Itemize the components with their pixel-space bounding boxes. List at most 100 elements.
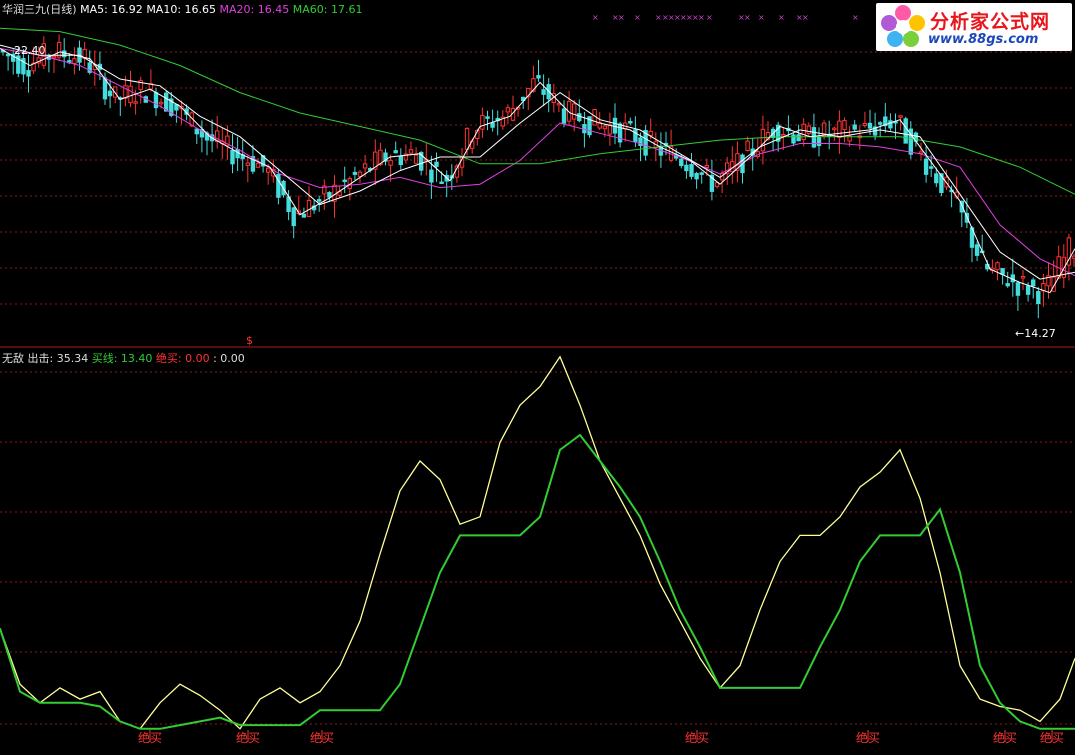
line-chuji [0,355,1075,730]
candle-body [781,134,786,137]
candle-body [1036,291,1041,305]
site-logo[interactable]: 分析家公式网 www.88gs.com [876,3,1072,51]
candle-body [480,114,485,130]
candle-body [490,122,495,128]
stock-chart-screen: 22.40 ←14.27 $ × × × × × × × × × × × × × × × × × × × × 绝买 绝买 绝买 绝买… [0,0,1075,755]
top-marker: × [706,13,713,22]
candle-body [1031,279,1036,287]
candle-body [164,92,169,112]
top-marker: × [592,13,599,22]
high-price-label: 22.40 [14,44,46,57]
candle-body [1005,283,1010,287]
candle-body [607,124,613,135]
candle-body [352,171,358,175]
low-price-label: ←14.27 [1015,327,1056,340]
candle-body [806,125,811,134]
candle-body [5,53,11,57]
candle-body [923,158,929,175]
top-marker: × [852,13,859,22]
candle-body [684,164,689,172]
candle-body [266,167,271,173]
candle-body [816,136,822,147]
candle-body [26,70,31,77]
candle-body [679,158,684,167]
line-ma10 [0,44,1075,280]
top-marker: × [758,13,765,22]
legend-ma10: MA10: 16.65 [146,3,217,16]
candle-body [617,123,623,143]
candle-body [1000,268,1005,275]
candle-body [867,122,873,129]
candle-body [357,171,363,177]
candle-body [51,55,57,59]
candle-body [434,161,439,167]
candle-body [62,50,67,58]
candle-body [158,101,164,105]
candle-body [837,120,842,138]
candle-body [413,154,419,164]
candle-body [388,159,393,166]
candle-body [699,172,704,175]
candle-body [464,128,470,150]
candle-body [561,108,567,124]
signal-label-5: 绝买 [993,730,1017,745]
legend-extra: : 0.00 [213,352,245,365]
candle-body [235,149,240,159]
candle-body [1025,285,1031,295]
candle-body [577,113,582,122]
candle-body [133,101,138,104]
top-marker: × [744,13,751,22]
top-marker: × [618,13,625,22]
candle-body [602,125,607,130]
candle-body [153,92,159,109]
candle-body [72,58,77,64]
signal-label-3: 绝买 [685,730,709,745]
candle-body [888,120,893,129]
candle-body [878,122,883,125]
signal-label-0: 绝买 [138,730,162,745]
chart-canvas[interactable]: 22.40←14.27$× × × × × × × × × × × × × × × × × × × ×绝买 绝买 绝买 绝买… [0,0,1075,755]
candle-body [929,166,934,169]
top-marker: × [698,13,705,22]
candle-body [612,117,618,134]
candle-body [342,179,347,183]
line-ma20 [0,48,1075,277]
candlestick-group [0,34,1075,319]
candle-body [760,128,766,152]
candle-body [505,107,511,113]
top-marker: × [802,13,809,22]
legend-maixian: 买线: 13.40 [91,352,153,365]
candle-body [801,123,806,141]
candle-body [832,127,837,131]
signal-label-6: 绝买 [1040,730,1064,745]
candle-body [536,75,541,79]
candle-body [862,122,868,127]
top-marker: × [634,13,641,22]
candle-body [107,90,113,97]
candle-body [398,156,404,166]
candle-body [327,192,332,198]
signal-label-2: 绝买 [310,730,334,745]
candle-body [230,150,235,165]
candle-body [408,149,414,154]
candle-body [628,121,633,124]
candle-body [852,124,857,130]
candle-body [648,130,653,137]
indicator-name: 无敌 [2,352,24,365]
candle-body [485,116,490,119]
candle-body [811,127,817,148]
flower-icon [881,5,925,47]
signal-label-1: 绝买 [236,730,260,745]
line-ma5 [0,48,1075,294]
candle-body [791,134,796,144]
lower-legend: 无敌 出击: 35.34 买线: 13.40 绝买: 0.00 : 0.00 [2,350,245,366]
candle-body [291,207,296,227]
candle-body [255,162,261,168]
signal-label-4: 绝买 [856,730,880,745]
legend-chuji: 出击: 35.34 [27,352,89,365]
candle-body [301,213,307,218]
legend-ma5: MA5: 16.92 [80,3,143,16]
candle-body [704,164,709,168]
logo-title: 分析家公式网 [930,11,1051,33]
logo-url: www.88gs.com [928,32,1039,47]
